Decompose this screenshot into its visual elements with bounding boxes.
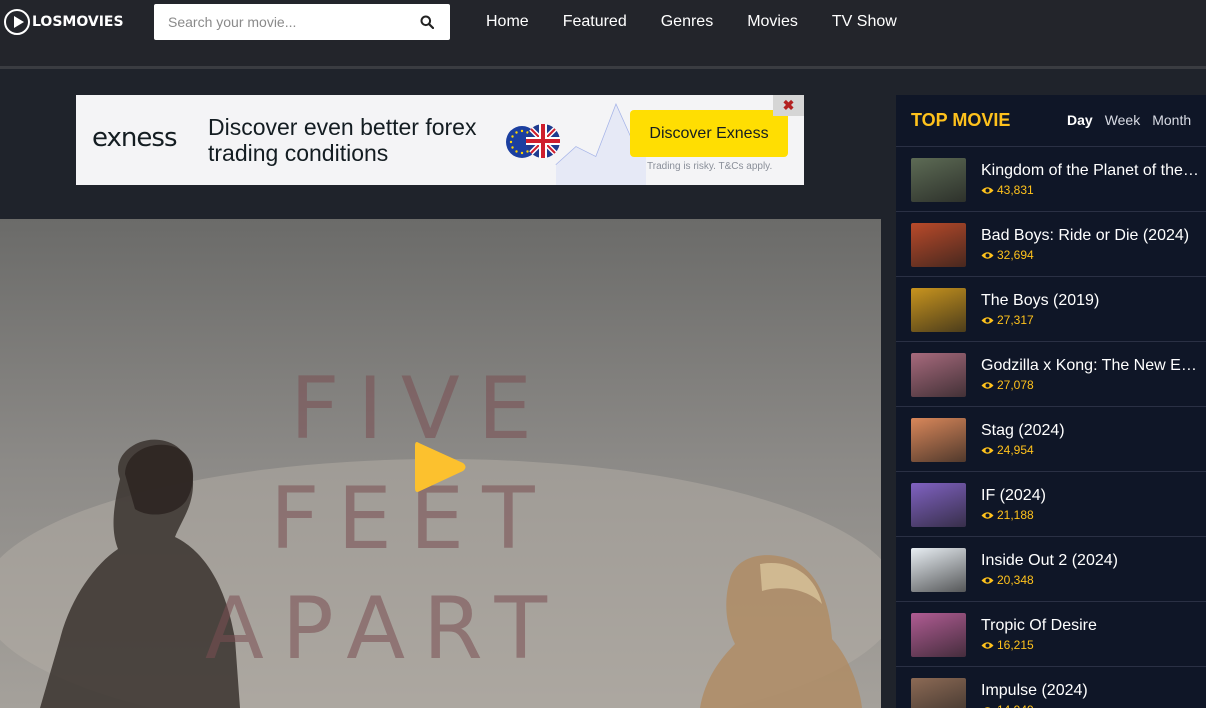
movie-title[interactable]: Stag (2024) xyxy=(981,421,1201,441)
ad-brand-logo: exness xyxy=(92,123,177,153)
eye-icon xyxy=(981,251,994,259)
view-count-value: 14,949 xyxy=(997,703,1034,708)
view-count-value: 32,694 xyxy=(997,248,1034,262)
movie-title[interactable]: Kingdom of the Planet of the Apes (2024) xyxy=(981,161,1201,181)
list-item[interactable]: Godzilla x Kong: The New Empire (2024) 27… xyxy=(896,342,1206,407)
tab-day[interactable]: Day xyxy=(1067,111,1093,129)
view-count: 20,348 xyxy=(981,573,1034,587)
sidebar-title: TOP MOVIE xyxy=(911,110,1011,130)
eye-icon xyxy=(981,576,994,584)
eye-icon xyxy=(981,641,994,649)
view-count: 27,078 xyxy=(981,378,1034,392)
ad-close-button[interactable]: ✖ xyxy=(773,95,804,116)
view-count-value: 20,348 xyxy=(997,573,1034,587)
ad-cta-button[interactable]: Discover Exness xyxy=(630,110,788,157)
movie-title[interactable]: Inside Out 2 (2024) xyxy=(981,551,1201,571)
list-item[interactable]: Kingdom of the Planet of the Apes (2024)… xyxy=(896,147,1206,212)
poster-title-line: APART xyxy=(205,579,566,679)
eye-icon xyxy=(981,446,994,454)
movie-poster-thumbnail[interactable] xyxy=(911,223,966,267)
movie-title[interactable]: Tropic Of Desire xyxy=(981,616,1201,636)
nav-genres[interactable]: Genres xyxy=(661,12,713,32)
view-count: 32,694 xyxy=(981,248,1034,262)
view-count-value: 27,317 xyxy=(997,313,1034,327)
movie-title[interactable]: The Boys (2019) xyxy=(981,291,1201,311)
eye-icon xyxy=(981,316,994,324)
view-count: 14,949 xyxy=(981,703,1034,708)
ad-headline: Discover even better forex trading condi… xyxy=(208,114,477,166)
movie-title[interactable]: Godzilla x Kong: The New Empire (2024) xyxy=(981,356,1201,376)
list-item[interactable]: IF (2024) 21,188 xyxy=(896,472,1206,537)
eye-icon xyxy=(981,511,994,519)
search-icon[interactable] xyxy=(420,15,434,29)
top-movie-list: Kingdom of the Planet of the Apes (2024)… xyxy=(896,147,1206,708)
list-item[interactable]: Impulse (2024) 14,949 xyxy=(896,667,1206,708)
list-item[interactable]: Inside Out 2 (2024) 20,348 xyxy=(896,537,1206,602)
eye-icon xyxy=(981,186,994,194)
movie-title[interactable]: Impulse (2024) xyxy=(981,681,1201,701)
logo-text: LOSMOVIES xyxy=(32,14,124,30)
view-count-value: 21,188 xyxy=(997,508,1034,522)
view-count-value: 16,215 xyxy=(997,638,1034,652)
view-count: 21,188 xyxy=(981,508,1034,522)
movie-poster-thumbnail[interactable] xyxy=(911,548,966,592)
header-divider xyxy=(0,66,1206,69)
list-item[interactable]: Tropic Of Desire 16,215 xyxy=(896,602,1206,667)
search-box xyxy=(154,4,450,40)
ad-disclaimer: Trading is risky. T&Cs apply. xyxy=(647,161,773,172)
tab-month[interactable]: Month xyxy=(1152,111,1191,129)
nav-movies[interactable]: Movies xyxy=(747,12,798,32)
search-input[interactable] xyxy=(168,4,408,40)
movie-poster-thumbnail[interactable] xyxy=(911,678,966,708)
movie-poster-thumbnail[interactable] xyxy=(911,288,966,332)
site-header: LOSMOVIES Home Featured Genres Movies TV… xyxy=(0,0,1206,67)
movie-poster-thumbnail[interactable] xyxy=(911,418,966,462)
top-movie-sidebar: TOP MOVIE Day Week Month Kingdom of the … xyxy=(896,95,1206,708)
view-count: 27,317 xyxy=(981,313,1034,327)
view-count: 16,215 xyxy=(981,638,1034,652)
sidebar-header: TOP MOVIE Day Week Month xyxy=(896,95,1206,147)
view-count: 24,954 xyxy=(981,443,1034,457)
movie-title[interactable]: IF (2024) xyxy=(981,486,1201,506)
play-button-icon[interactable] xyxy=(411,437,469,497)
movie-title[interactable]: Bad Boys: Ride or Die (2024) xyxy=(981,226,1201,246)
movie-poster-thumbnail[interactable] xyxy=(911,158,966,202)
eye-icon xyxy=(981,381,994,389)
tab-week[interactable]: Week xyxy=(1105,111,1141,129)
main-nav: Home Featured Genres Movies TV Show xyxy=(486,12,931,32)
nav-featured[interactable]: Featured xyxy=(563,12,627,32)
nav-tv-show[interactable]: TV Show xyxy=(832,12,897,32)
view-count: 43,831 xyxy=(981,183,1034,197)
list-item[interactable]: The Boys (2019) 27,317 xyxy=(896,277,1206,342)
view-count-value: 43,831 xyxy=(997,183,1034,197)
eu-uk-flags-icon xyxy=(506,124,560,158)
ad-banner[interactable]: exness Discover even better forex tradin… xyxy=(76,95,804,185)
site-logo[interactable]: LOSMOVIES xyxy=(4,9,124,35)
list-item[interactable]: Bad Boys: Ride or Die (2024) 32,694 xyxy=(896,212,1206,277)
movie-poster-thumbnail[interactable] xyxy=(911,613,966,657)
view-count-value: 27,078 xyxy=(997,378,1034,392)
list-item[interactable]: Stag (2024) 24,954 xyxy=(896,407,1206,472)
nav-home[interactable]: Home xyxy=(486,12,529,32)
movie-poster-thumbnail[interactable] xyxy=(911,353,966,397)
period-tabs: Day Week Month xyxy=(1067,111,1203,129)
view-count-value: 24,954 xyxy=(997,443,1034,457)
movie-poster-thumbnail[interactable] xyxy=(911,483,966,527)
play-logo-icon xyxy=(4,9,30,35)
